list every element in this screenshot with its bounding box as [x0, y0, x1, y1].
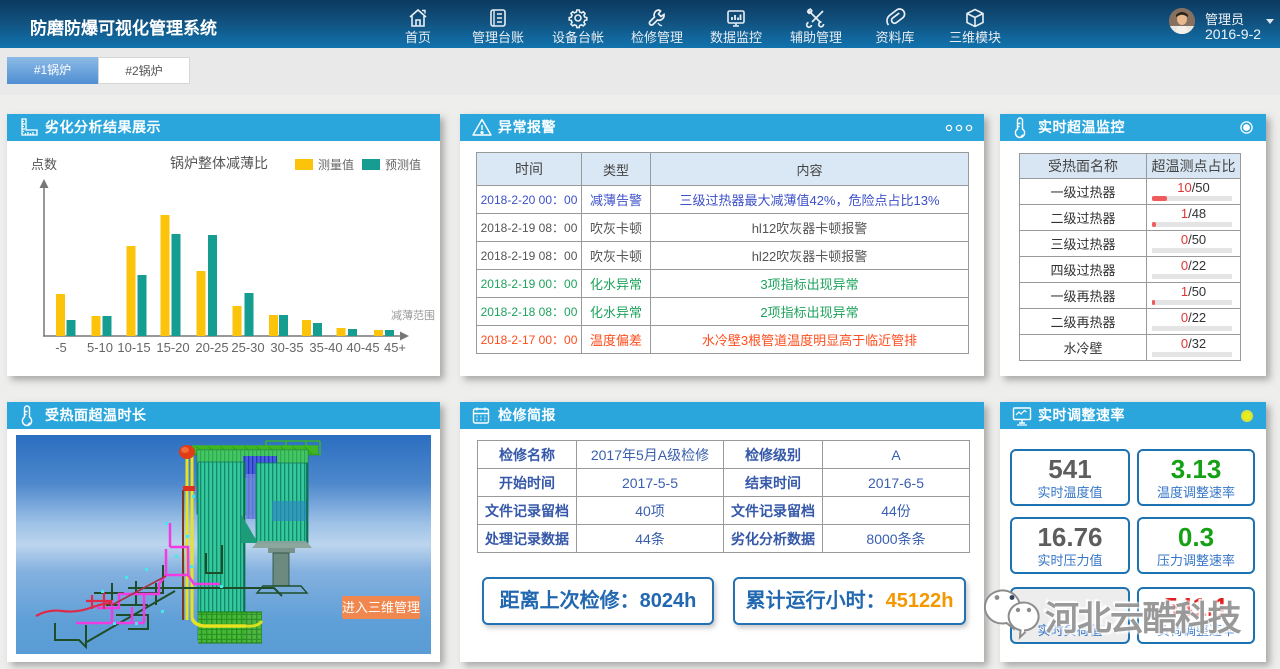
svg-text:40-45: 40-45	[346, 340, 379, 355]
svg-text:25-30: 25-30	[231, 340, 264, 355]
svg-text:减薄范围: 减薄范围	[391, 308, 435, 322]
svg-text:预测值: 预测值	[385, 157, 421, 172]
svg-text:35-40: 35-40	[309, 340, 342, 355]
svg-text:45+: 45+	[384, 340, 406, 355]
svg-text:15-20: 15-20	[156, 340, 189, 355]
svg-text:5-10: 5-10	[87, 340, 113, 355]
svg-text:10-15: 10-15	[117, 340, 150, 355]
svg-text:点数: 点数	[31, 157, 57, 172]
svg-text:测量值: 测量值	[318, 157, 354, 172]
svg-text:30-35: 30-35	[270, 340, 303, 355]
svg-text:20-25: 20-25	[195, 340, 228, 355]
svg-text:-5: -5	[55, 340, 67, 355]
svg-text:锅炉整体减薄比: 锅炉整体减薄比	[170, 155, 268, 171]
